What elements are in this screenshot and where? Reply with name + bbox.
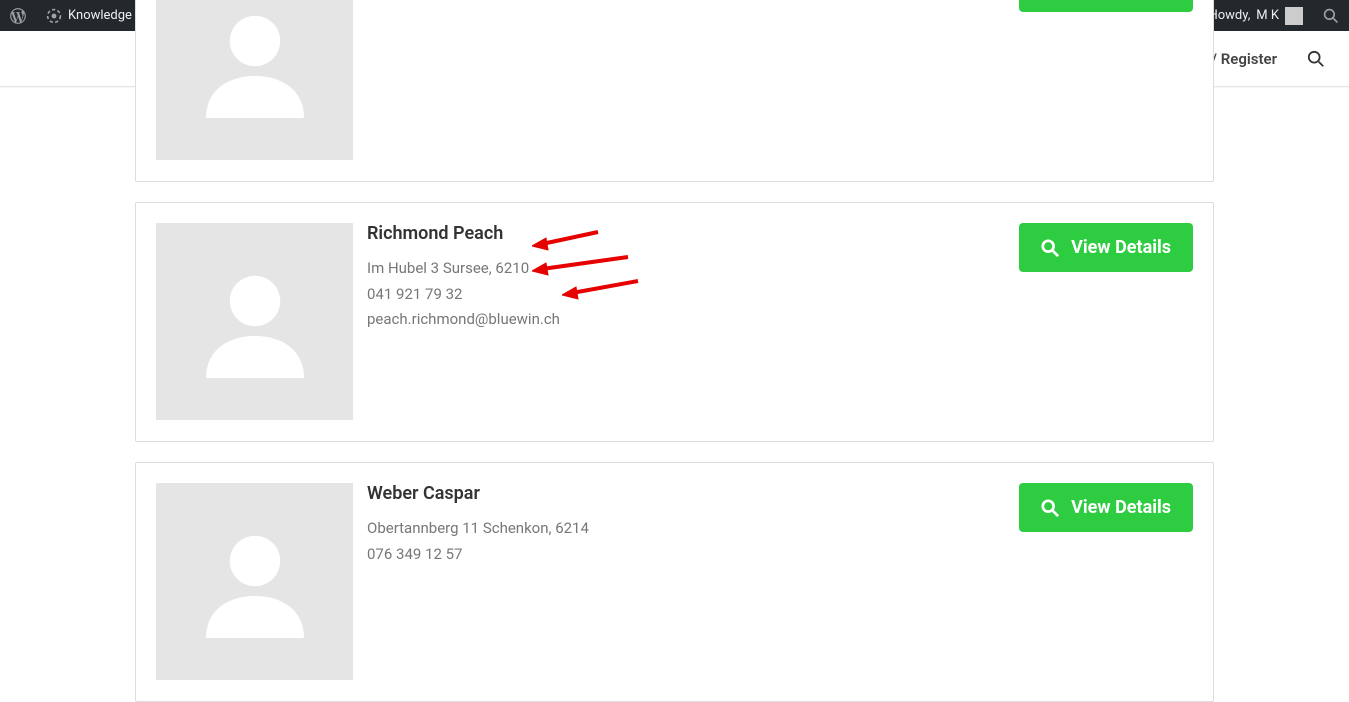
avatar-placeholder: [156, 483, 353, 680]
magnify-icon: [1041, 239, 1059, 257]
user-avatar-mini: [1285, 7, 1303, 25]
avatar-placeholder: [156, 0, 353, 160]
howdy-prefix: Howdy,: [1208, 8, 1250, 23]
view-details-button[interactable]: View Details: [1019, 223, 1193, 272]
nav-search[interactable]: [1307, 50, 1325, 68]
expert-card: Weber Caspar Obertannberg 11 Schenkon, 6…: [135, 462, 1214, 702]
avatar-placeholder: [156, 223, 353, 420]
results-list: View Details Richmond Peach Im Hubel 3 S…: [0, 0, 1214, 702]
expert-card: View Details: [135, 0, 1214, 182]
wp-search[interactable]: [1313, 0, 1349, 31]
view-details-label: View Details: [1071, 237, 1171, 258]
view-details-button[interactable]: View Details: [1019, 0, 1193, 12]
wp-account[interactable]: Howdy, M K: [1198, 0, 1313, 31]
view-details-label: View Details: [1071, 497, 1171, 518]
howdy-user: M K: [1256, 8, 1279, 23]
expert-card: Richmond Peach Im Hubel 3 Sursee, 6210 0…: [135, 202, 1214, 442]
expert-email: peach.richmond@bluewin.ch: [367, 307, 1193, 333]
expert-phone: 076 349 12 57: [367, 542, 1193, 568]
expert-phone: 041 921 79 32: [367, 282, 1193, 308]
search-icon: [1323, 8, 1339, 24]
view-details-button[interactable]: View Details: [1019, 483, 1193, 532]
search-icon: [1307, 50, 1325, 68]
magnify-icon: [1041, 499, 1059, 517]
